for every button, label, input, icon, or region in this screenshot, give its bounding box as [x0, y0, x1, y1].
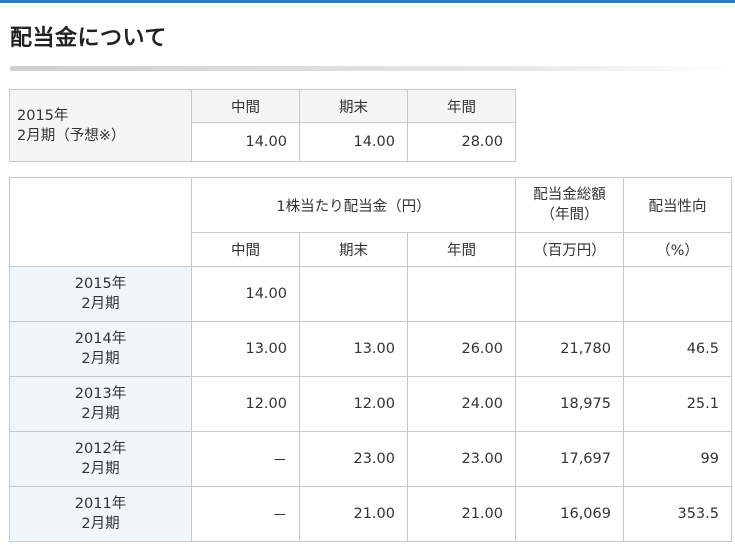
row-year-label: 2011年 2月期 — [9, 486, 192, 542]
row-year: 2014年 — [74, 331, 127, 347]
cell-annual: 21.00 — [407, 486, 516, 542]
dividend-payout-header: 配当性向 — [623, 177, 732, 233]
page-title: 配当金について — [10, 26, 167, 51]
row-year-label: 2015年 2月期 — [9, 266, 192, 322]
cell-yearend: 23.00 — [299, 431, 408, 487]
cell-yearend: 12.00 — [299, 376, 408, 432]
cell-payout: 353.5 — [623, 486, 732, 542]
cell-total — [515, 266, 624, 322]
dividend-corner-cell — [9, 177, 192, 267]
row-year-label: 2012年 2月期 — [9, 431, 192, 487]
dividend-total-header: 配当金総額 （年間） — [515, 177, 624, 233]
dividend-total-header-line2: （年間） — [540, 207, 599, 223]
cell-annual: 26.00 — [407, 321, 516, 377]
row-year: 2011年 — [74, 496, 127, 512]
forecast-label-line2: 2月期（予想※） — [17, 127, 126, 144]
dividend-total-header-line1: 配当金総額 — [533, 187, 606, 203]
forecast-table: 2015年 2月期（予想※） 中間 期末 年間 14.00 14.00 28.0… — [9, 89, 516, 162]
dividend-table: 1株当たり配当金（円） 配当金総額 （年間） 配当性向 中間 期末 年間 （百万… — [9, 177, 732, 542]
forecast-header-yearend: 期末 — [299, 89, 408, 123]
cell-annual: 23.00 — [407, 431, 516, 487]
dividend-sub-header-interim: 中間 — [191, 232, 300, 267]
row-year: 2012年 — [74, 441, 127, 457]
dividend-sub-header-annual: 年間 — [407, 232, 516, 267]
row-period: 2月期 — [81, 406, 120, 422]
row-period: 2月期 — [81, 461, 120, 477]
forecast-value-yearend: 14.00 — [299, 122, 408, 162]
table-row: 2014年 2月期 13.00 13.00 26.00 21,780 46.5 — [9, 321, 732, 377]
dividend-sub-header-total-unit: （百万円） — [515, 232, 624, 267]
cell-total: 17,697 — [515, 431, 624, 487]
forecast-period-label: 2015年 2月期（予想※） — [9, 89, 192, 162]
cell-payout: 46.5 — [623, 321, 732, 377]
row-period: 2月期 — [81, 296, 120, 312]
cell-interim: － — [191, 431, 300, 487]
cell-annual — [407, 266, 516, 322]
row-year: 2015年 — [74, 276, 127, 292]
top-accent-bar — [0, 0, 735, 3]
cell-interim: 14.00 — [191, 266, 300, 322]
dividend-group-header: 1株当たり配当金（円） — [191, 177, 516, 233]
row-year-label: 2013年 2月期 — [9, 376, 192, 432]
forecast-label-line1: 2015年 — [17, 107, 69, 124]
row-period: 2月期 — [81, 516, 120, 532]
dividend-sub-header-payout-unit: （%） — [623, 232, 732, 267]
cell-total: 16,069 — [515, 486, 624, 542]
row-year: 2013年 — [74, 386, 127, 402]
cell-total: 21,780 — [515, 321, 624, 377]
table-row: 2011年 2月期 － 21.00 21.00 16,069 353.5 — [9, 486, 732, 542]
table-row: 2013年 2月期 12.00 12.00 24.00 18,975 25.1 — [9, 376, 732, 432]
forecast-header-interim: 中間 — [191, 89, 300, 123]
dividend-sub-header-yearend: 期末 — [299, 232, 408, 267]
cell-yearend — [299, 266, 408, 322]
forecast-header-annual: 年間 — [407, 89, 516, 123]
cell-payout: 99 — [623, 431, 732, 487]
table-row: 2015年 2月期 14.00 — [9, 266, 732, 322]
row-year-label: 2014年 2月期 — [9, 321, 192, 377]
forecast-value-annual: 28.00 — [407, 122, 516, 162]
cell-payout — [623, 266, 732, 322]
row-period: 2月期 — [81, 351, 120, 367]
table-row: 2012年 2月期 － 23.00 23.00 17,697 99 — [9, 431, 732, 487]
cell-yearend: 21.00 — [299, 486, 408, 542]
cell-payout: 25.1 — [623, 376, 732, 432]
cell-interim: － — [191, 486, 300, 542]
cell-annual: 24.00 — [407, 376, 516, 432]
title-divider — [10, 66, 732, 71]
cell-yearend: 13.00 — [299, 321, 408, 377]
forecast-value-interim: 14.00 — [191, 122, 300, 162]
cell-interim: 12.00 — [191, 376, 300, 432]
cell-total: 18,975 — [515, 376, 624, 432]
cell-interim: 13.00 — [191, 321, 300, 377]
